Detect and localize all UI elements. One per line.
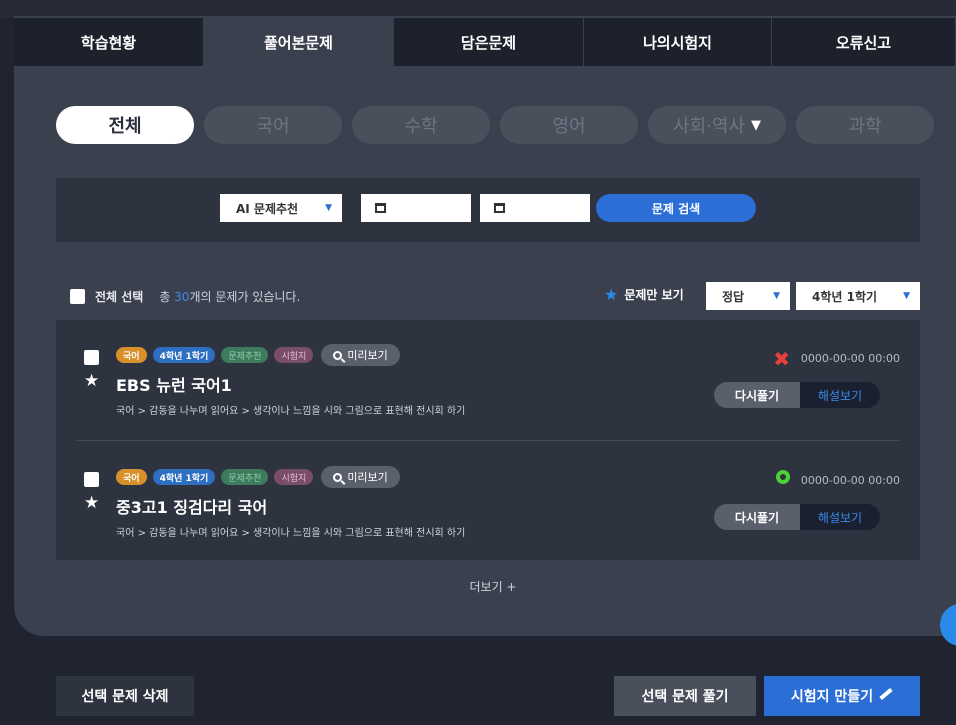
search-button[interactable]: 문제 검색	[596, 194, 756, 222]
calendar-icon	[494, 203, 505, 213]
question-count-suffix: 개의 문제가 있습니다.	[189, 290, 301, 304]
explain-button[interactable]: 해설보기	[800, 504, 880, 530]
subject-all[interactable]: 전체	[56, 106, 194, 144]
type-select-value: AI 문제추천	[236, 201, 299, 216]
search-box: AI 문제추천 ▼ 문제 검색	[56, 178, 920, 242]
question-card: 국어 4학년 1학기 문제추천 시험지 미리보기 ★ EBS 뉴런 국어1 국어…	[76, 320, 900, 430]
subject-english[interactable]: 영어	[500, 106, 638, 144]
question-path: 국어 > 감동을 나누며 읽어요 > 생각이나 느낌을 시와 그림으로 표현해 …	[116, 406, 466, 417]
caret-down-icon: ▼	[325, 203, 332, 213]
grade-tag: 4학년 1학기	[152, 469, 216, 485]
pencil-icon	[879, 687, 893, 701]
solved-date: 0000-00-00 00:00	[800, 352, 900, 365]
result-mark	[776, 469, 790, 488]
card-actions: 다시풀기 해설보기	[714, 504, 880, 530]
preview-button[interactable]: 미리보기	[321, 344, 400, 366]
caret-down-icon: ▼	[773, 291, 780, 301]
star-icon: ★	[604, 285, 619, 304]
type-select[interactable]: AI 문제추천 ▼	[220, 194, 342, 222]
preview-label: 미리보기	[347, 349, 388, 362]
answer-filter-select[interactable]: 정답 ▼	[706, 282, 790, 310]
tab-learning-status[interactable]: 학습현황	[14, 18, 204, 66]
retry-button[interactable]: 다시풀기	[714, 504, 800, 530]
subject-tag: 국어	[116, 469, 147, 485]
question-title: EBS 뉴런 국어1	[116, 376, 232, 395]
subject-tag: 국어	[116, 347, 147, 363]
make-exam-label: 시험지 만들기	[790, 689, 874, 705]
subject-science[interactable]: 과학	[796, 106, 934, 144]
result-mark: ✖	[773, 347, 790, 371]
question-count-number: 30	[174, 290, 190, 304]
delete-selected-button[interactable]: 선택 문제 삭제	[56, 676, 194, 716]
tab-saved-questions[interactable]: 담은문제	[394, 18, 584, 66]
grade-filter-value: 4학년 1학기	[812, 289, 878, 304]
select-all-label: 전체 선택	[95, 290, 144, 304]
end-date-field[interactable]	[480, 194, 590, 222]
main-tabs: 학습현황 풀어본문제 담은문제 나의시험지 오류신고	[14, 18, 956, 66]
grade-filter-select[interactable]: 4학년 1학기 ▼	[796, 282, 920, 310]
correct-circle-icon	[776, 470, 790, 484]
subject-math[interactable]: 수학	[352, 106, 490, 144]
subject-korean[interactable]: 국어	[204, 106, 342, 144]
start-date-field[interactable]	[361, 194, 471, 222]
chevron-down-icon: ▼	[750, 117, 761, 133]
caret-down-icon: ▼	[903, 291, 910, 301]
list-header: 전체 선택 총 30개의 문제가 있습니다. ★ 문제만 보기 정답 ▼ 4학년…	[70, 282, 920, 310]
grade-tag: 4학년 1학기	[152, 347, 216, 363]
question-checkbox[interactable]	[84, 472, 99, 487]
search-icon	[333, 350, 343, 360]
subject-social-history[interactable]: 사회·역사 ▼	[648, 106, 786, 144]
question-card: 국어 4학년 1학기 문제추천 시험지 미리보기 ★ 중3고1 징검다리 국어 …	[76, 442, 900, 552]
question-tags: 국어 4학년 1학기 문제추천 시험지 미리보기	[116, 344, 400, 366]
question-count: 총 30개의 문제가 있습니다.	[159, 288, 300, 305]
retry-button[interactable]: 다시풀기	[714, 382, 800, 408]
preview-label: 미리보기	[347, 471, 388, 484]
question-path: 국어 > 감동을 나누며 읽어요 > 생각이나 느낌을 시와 그림으로 표현해 …	[116, 528, 466, 539]
list-header-left: 전체 선택 총 30개의 문제가 있습니다.	[70, 288, 300, 305]
exam-tag: 시험지	[274, 469, 314, 485]
only-questions-label: 문제만 보기	[624, 288, 684, 302]
solved-date: 0000-00-00 00:00	[800, 474, 900, 487]
recommend-tag: 문제추천	[221, 347, 269, 363]
subject-filter: 전체 국어 수학 영어 사회·역사 ▼ 과학	[56, 106, 934, 144]
calendar-icon	[375, 203, 386, 213]
question-tags: 국어 4학년 1학기 문제추천 시험지 미리보기	[116, 466, 400, 488]
question-count-prefix: 총	[159, 290, 175, 304]
exam-tag: 시험지	[274, 347, 314, 363]
solve-selected-button[interactable]: 선택 문제 풀기	[614, 676, 756, 716]
answer-filter-value: 정답	[722, 289, 745, 304]
wrong-x-icon: ✖	[773, 347, 790, 371]
preview-button[interactable]: 미리보기	[321, 466, 400, 488]
load-more-link[interactable]: 더보기 +	[0, 578, 956, 595]
only-questions-toggle[interactable]: ★ 문제만 보기	[604, 285, 684, 304]
star-icon[interactable]: ★	[84, 493, 99, 513]
question-list: 국어 4학년 1학기 문제추천 시험지 미리보기 ★ EBS 뉴런 국어1 국어…	[56, 320, 920, 560]
star-icon[interactable]: ★	[84, 371, 99, 391]
subject-social-history-label: 사회·역사	[673, 116, 745, 137]
select-all-checkbox[interactable]	[70, 289, 85, 304]
question-checkbox[interactable]	[84, 350, 99, 365]
recommend-tag: 문제추천	[221, 469, 269, 485]
tab-error-report[interactable]: 오류신고	[772, 18, 956, 66]
explain-button[interactable]: 해설보기	[800, 382, 880, 408]
question-title: 중3고1 징검다리 국어	[116, 498, 268, 517]
make-exam-button[interactable]: 시험지 만들기	[764, 676, 920, 716]
card-actions: 다시풀기 해설보기	[714, 382, 880, 408]
tab-my-exams[interactable]: 나의시험지	[584, 18, 772, 66]
search-icon	[333, 472, 343, 482]
card-divider	[76, 440, 900, 441]
tab-solved-questions[interactable]: 풀어본문제	[204, 18, 394, 66]
